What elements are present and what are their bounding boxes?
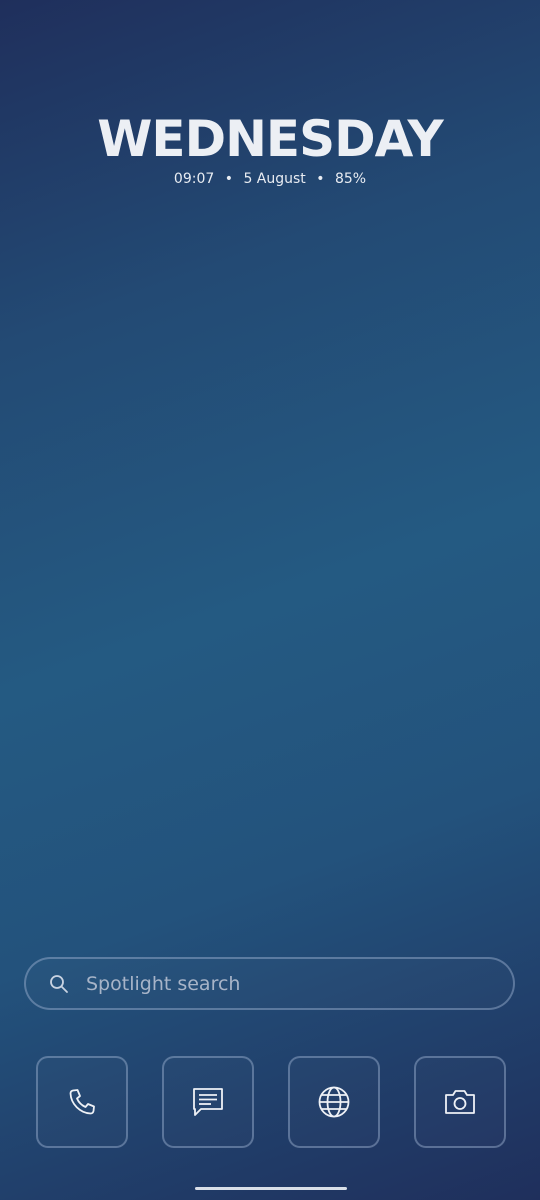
message-icon	[191, 1085, 225, 1119]
clock-widget[interactable]: WEDNESDAY 09:07 • 5 August • 85%	[0, 108, 540, 187]
home-indicator[interactable]	[195, 1187, 347, 1190]
camera-icon	[443, 1087, 477, 1117]
phone-icon	[66, 1086, 98, 1118]
separator: •	[316, 171, 325, 187]
day-of-week: WEDNESDAY	[97, 110, 443, 168]
browser-app-button[interactable]	[288, 1056, 380, 1148]
battery-text: 85%	[334, 171, 367, 187]
date-text: 5 August	[243, 171, 306, 187]
globe-icon	[317, 1085, 351, 1119]
spotlight-search-bar[interactable]: Spotlight search	[24, 957, 515, 1010]
phone-app-button[interactable]	[36, 1056, 128, 1148]
messages-app-button[interactable]	[162, 1056, 254, 1148]
separator: •	[224, 171, 233, 187]
search-placeholder: Spotlight search	[86, 972, 241, 995]
app-dock	[36, 1056, 506, 1148]
time-text: 09:07	[173, 171, 215, 187]
camera-app-button[interactable]	[414, 1056, 506, 1148]
home-screen: WEDNESDAY 09:07 • 5 August • 85% Spotlig…	[0, 0, 540, 1200]
search-icon	[48, 973, 70, 995]
status-line: 09:07 • 5 August • 85%	[0, 171, 540, 187]
